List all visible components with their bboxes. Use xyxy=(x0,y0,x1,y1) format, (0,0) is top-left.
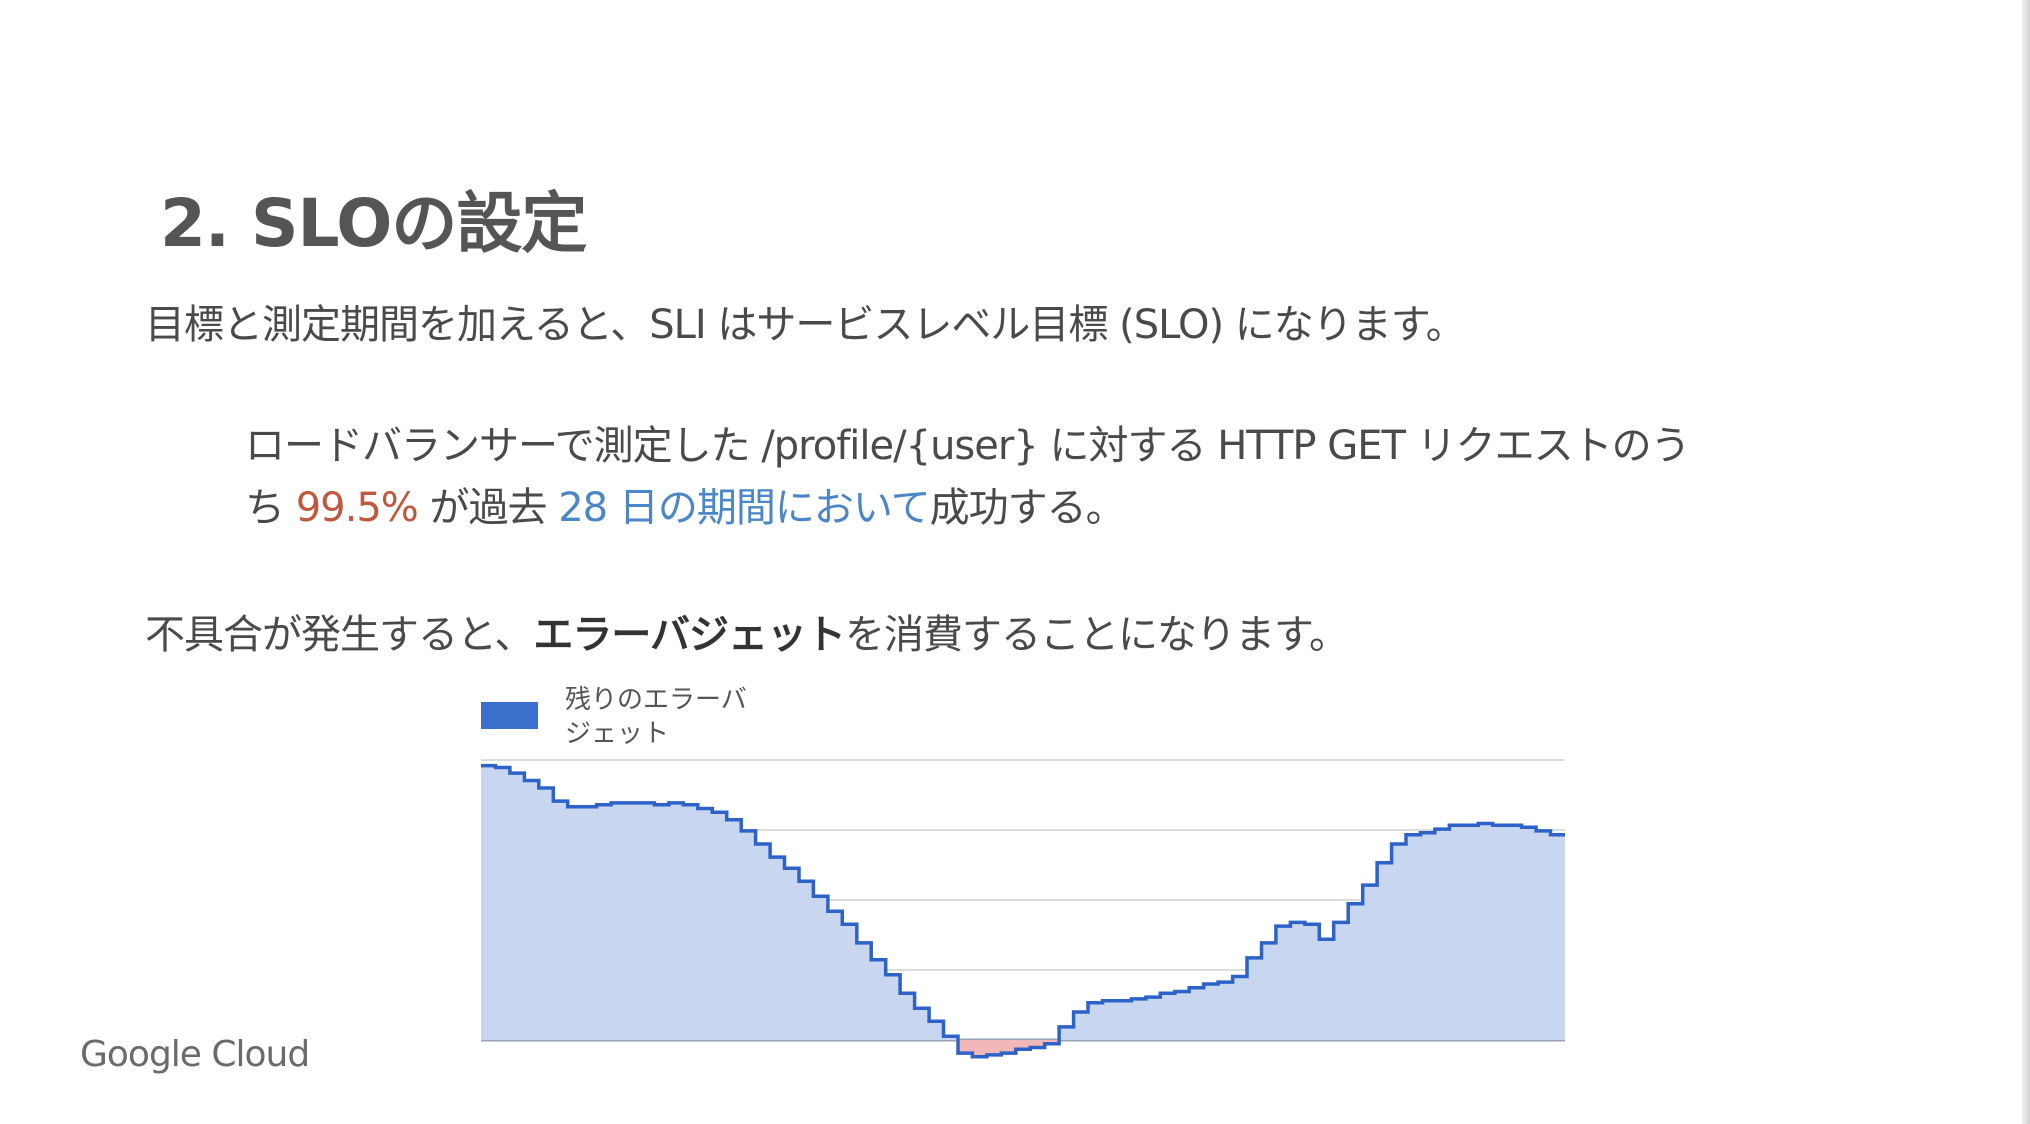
slide-subtitle: 目標と測定期間を加えると、SLI はサービスレベル目標 (SLO) になります。 xyxy=(145,302,1466,348)
slo-line-2-prefix: ち xyxy=(245,485,296,531)
budget-area-positive xyxy=(481,765,1565,1040)
slo-definition: ロードバランサーで測定した /profile/{user} に対する HTTP … xyxy=(245,415,1805,539)
legend-swatch xyxy=(481,702,538,729)
chart-marks xyxy=(481,763,1565,1059)
error-line-suffix: を消費することになります。 xyxy=(845,612,1349,658)
slo-line-2-mid: が過去 xyxy=(417,485,559,531)
error-budget-term: エラーバジェット xyxy=(533,612,846,658)
slide: 2. SLOの設定 目標と測定期間を加えると、SLI はサービスレベル目標 (S… xyxy=(0,0,2030,1124)
slide-edge xyxy=(2022,0,2030,1124)
slo-target: 99.5% xyxy=(295,485,419,531)
slo-line-1: ロードバランサーで測定した /profile/{user} に対する HTTP … xyxy=(245,423,1691,469)
slide-title: 2. SLOの設定 xyxy=(160,185,587,262)
error-budget-chart xyxy=(481,759,1565,1059)
slo-line-2-suffix: 成功する。 xyxy=(929,485,1126,531)
slo-line-2: ち 99.5% が過去 28 日の期間において成功する。 xyxy=(245,477,1805,539)
error-line-prefix: 不具合が発生すると、 xyxy=(145,612,534,658)
slo-period: 28 日の期間において xyxy=(558,485,930,531)
error-budget-sentence: 不具合が発生すると、エラーバジェットを消費することになります。 xyxy=(145,602,1349,660)
google-cloud-logo: Google Cloud xyxy=(80,1034,310,1075)
